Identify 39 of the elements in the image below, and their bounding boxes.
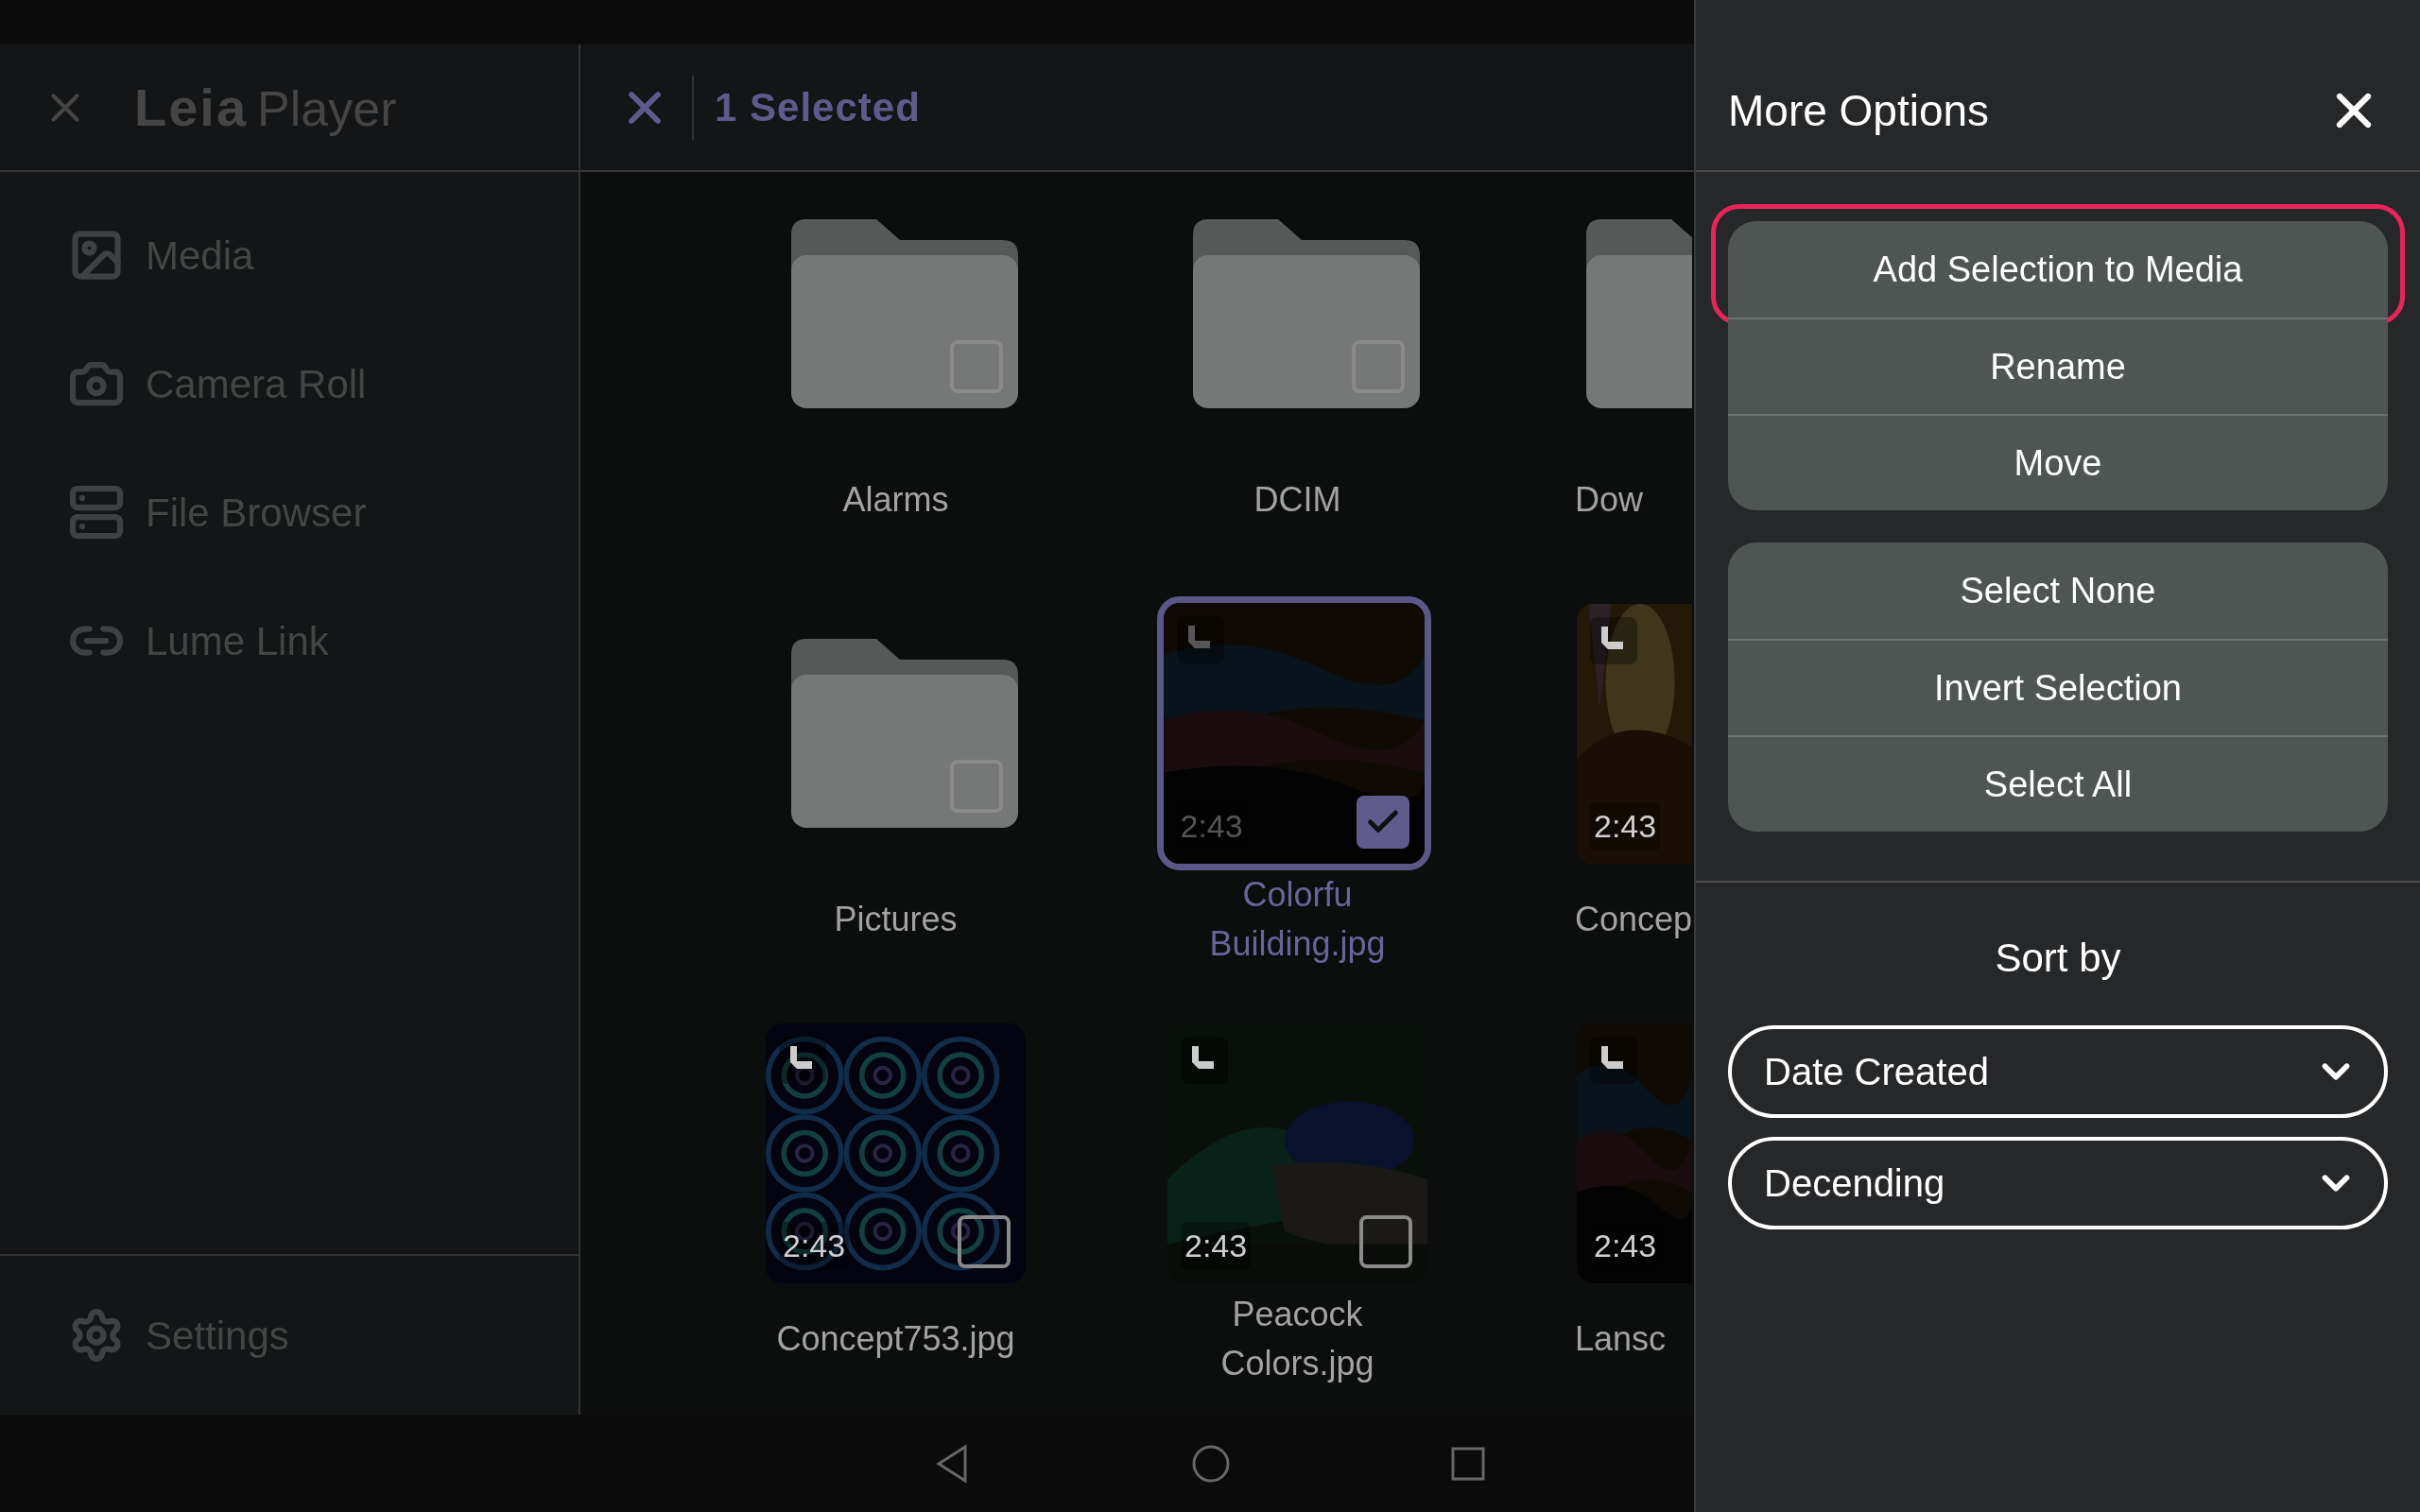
- menu-action[interactable]: Add Selection to Media: [1728, 221, 2388, 318]
- menu-action[interactable]: Select None: [1728, 542, 2388, 639]
- file-name: Concep: [1574, 899, 1693, 940]
- file-name: Pictures: [833, 899, 959, 940]
- selection-count: 1 Selected: [715, 84, 921, 131]
- stacked-bars-icon: [68, 484, 125, 541]
- menu-action[interactable]: Move: [1728, 414, 2388, 510]
- checkbox[interactable]: [1356, 796, 1409, 849]
- duration-label: 2:43: [1590, 801, 1661, 850]
- menu-action[interactable]: Invert Selection: [1728, 639, 2388, 735]
- stereo-icon: [779, 1036, 826, 1084]
- duration-label: 2:43: [1181, 1221, 1252, 1270]
- stereo-icon: [1590, 1036, 1637, 1084]
- file-name: Peacock Colors.jpg: [1219, 1294, 1375, 1384]
- file-name: Colorfu Building.jpg: [1208, 874, 1387, 965]
- stereo-icon: [1176, 616, 1224, 663]
- sort-dropdown[interactable]: Date Created: [1728, 1025, 2388, 1118]
- sort-dropdown[interactable]: Decending: [1728, 1137, 2388, 1229]
- image-thumbnail[interactable]: 2:43: [1167, 1022, 1427, 1283]
- folder-icon[interactable]: [1192, 219, 1420, 408]
- sort-label: Sort by: [1995, 935, 2121, 982]
- panel-title: More Options: [1728, 84, 1990, 137]
- checkbox[interactable]: [958, 1214, 1011, 1268]
- menu-action[interactable]: Select All: [1728, 735, 2388, 832]
- stereo-icon: [1590, 616, 1637, 664]
- image-thumbnail[interactable]: 2:43: [766, 1022, 1026, 1283]
- checkbox[interactable]: [1359, 1214, 1412, 1268]
- file-name: Dow: [1574, 479, 1644, 521]
- file-name: Lansc: [1574, 1318, 1667, 1360]
- file-name: DCIM: [1253, 479, 1342, 521]
- image-thumbnail[interactable]: 2:43: [1577, 1022, 1692, 1283]
- file-name: Concept753.jpg: [775, 1318, 1016, 1360]
- folder-icon[interactable]: [790, 219, 1018, 408]
- image-thumbnail[interactable]: 2:43: [1577, 603, 1692, 864]
- stereo-icon: [1181, 1036, 1228, 1084]
- folder-icon[interactable]: [790, 639, 1018, 828]
- duration-label: 2:43: [779, 1221, 850, 1270]
- menu-action[interactable]: Rename: [1728, 318, 2388, 414]
- file-name: Alarms: [841, 479, 950, 521]
